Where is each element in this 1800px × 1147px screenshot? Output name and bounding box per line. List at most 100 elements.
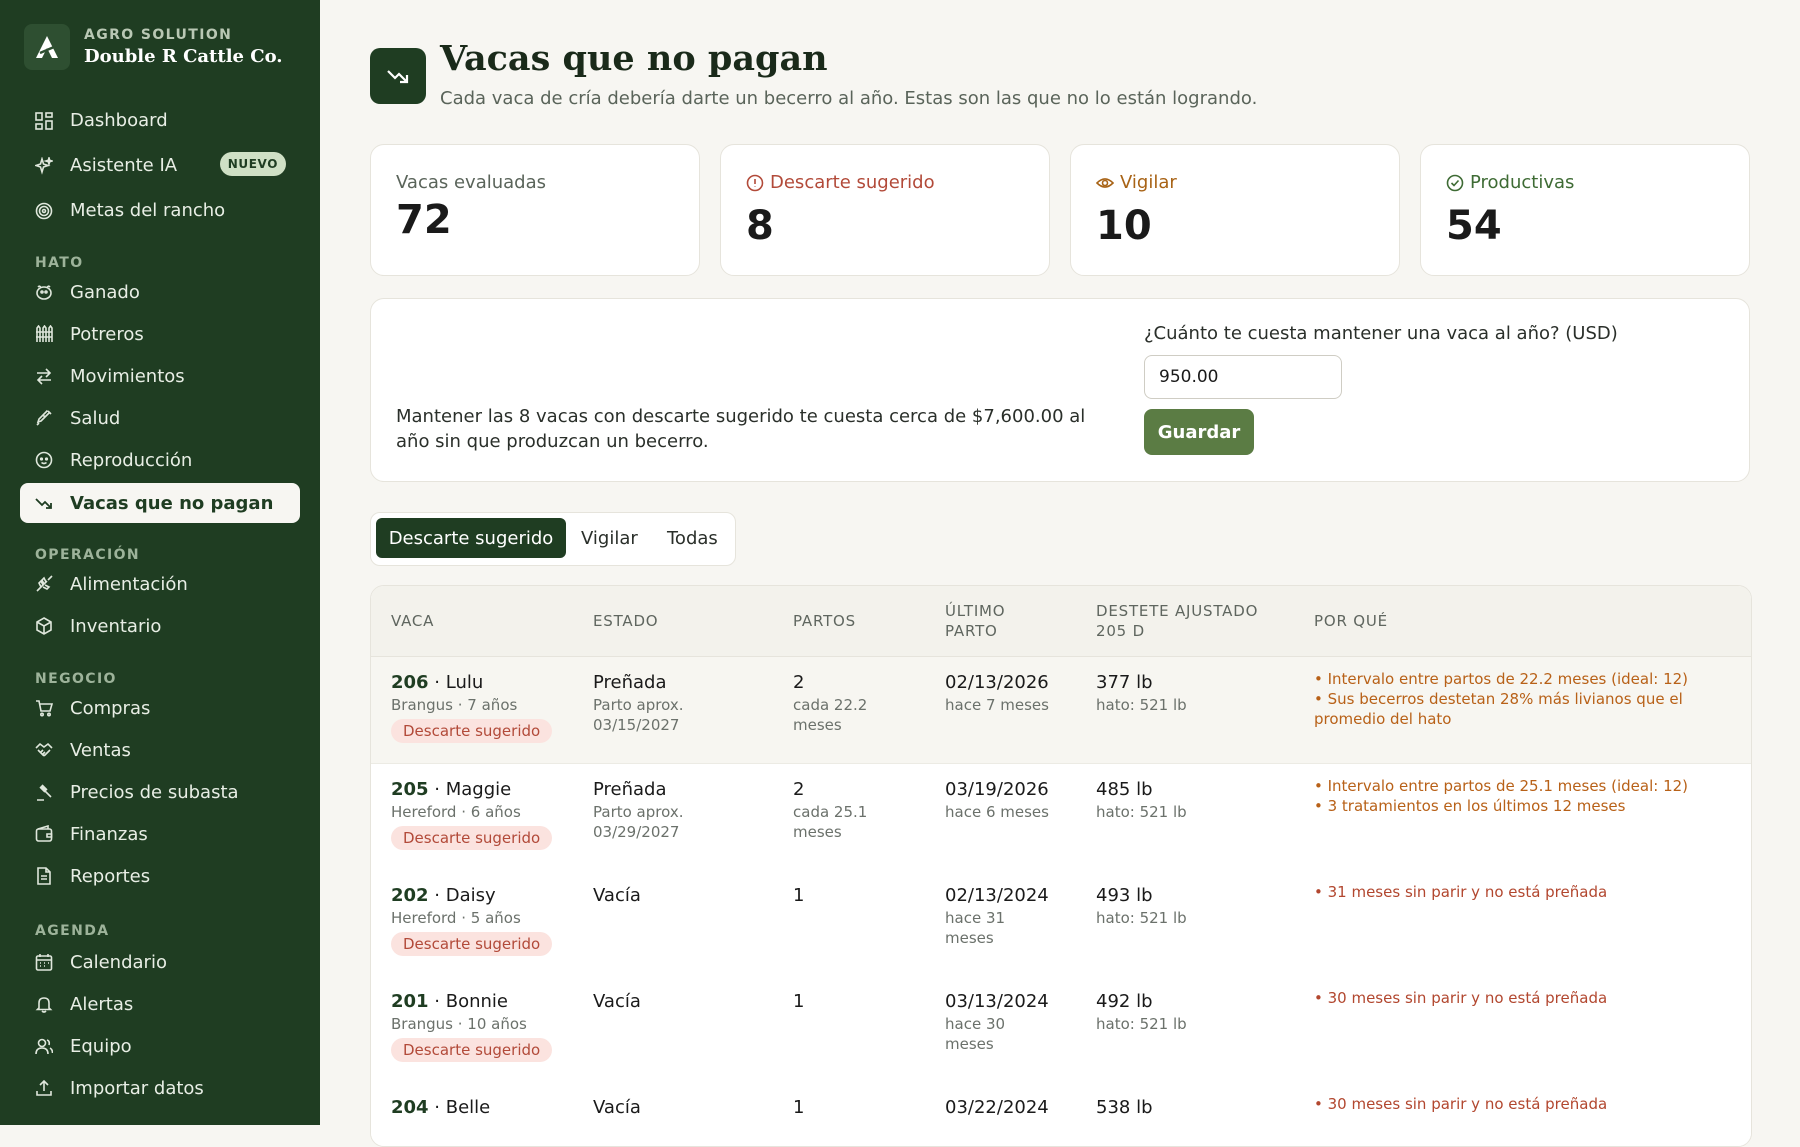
syringe-icon	[34, 408, 54, 428]
nav-section-negocio: NEGOCIO	[35, 671, 117, 687]
sidebar-item-movimientos[interactable]: Movimientos	[20, 355, 300, 397]
sidebar-item-precios[interactable]: Precios de subasta	[20, 771, 300, 813]
ultimo-parto: 02/13/2024	[945, 885, 1049, 906]
partos-detail: meses	[793, 716, 842, 734]
sidebar-item-metas[interactable]: Metas del rancho	[20, 188, 300, 233]
estado: Preñada	[593, 672, 667, 693]
check-circle-icon	[1446, 174, 1464, 191]
alert-circle-icon	[746, 174, 764, 191]
herd-average: hato: 521 lb	[1096, 803, 1187, 821]
annual-cost-input[interactable]	[1144, 355, 1342, 399]
estado-detail: 03/15/2027	[593, 716, 680, 734]
sidebar-item-alertas[interactable]: Alertas	[20, 983, 300, 1025]
table-header: VACA ESTADO PARTOS ÚLTIMO PARTO DESTETE …	[371, 586, 1751, 657]
cow-id[interactable]: 202	[391, 885, 429, 906]
baby-icon	[34, 450, 54, 470]
destete: 493 lb	[1096, 885, 1153, 906]
estado-detail: 03/29/2027	[593, 823, 680, 841]
sidebar-item-asistente[interactable]: Asistente IA NUEVO	[20, 143, 300, 188]
partos: 1	[793, 885, 805, 906]
partos: 1	[793, 991, 805, 1012]
destete: 538 lb	[1096, 1097, 1153, 1118]
stat-value: 54	[1446, 203, 1502, 249]
cow-id[interactable]: 201	[391, 991, 429, 1012]
ultimo-detail: hace 6 meses	[945, 803, 1049, 821]
herd-average: hato: 521 lb	[1096, 696, 1187, 714]
nav-section-hato: HATO	[35, 255, 84, 271]
table-row[interactable]: 204 · Belle Vacía 1 03/22/2024 538 lb • …	[371, 1082, 1751, 1146]
sidebar-item-label: Inventario	[70, 615, 162, 637]
estado: Vacía	[593, 885, 641, 906]
fence-icon	[34, 324, 54, 344]
sidebar-item-reproduccion[interactable]: Reproducción	[20, 439, 300, 481]
wallet-icon	[34, 824, 54, 844]
arrows-swap-icon	[34, 366, 54, 386]
reason: • 30 meses sin parir y no está preñada	[1314, 989, 1608, 1007]
ultimo-parto: 03/22/2024	[945, 1097, 1049, 1118]
sidebar-item-dashboard[interactable]: Dashboard	[20, 98, 300, 143]
cow-icon	[34, 282, 54, 302]
table-row[interactable]: 206 · Lulu Brangus · 7 años Descarte sug…	[371, 657, 1751, 764]
col-vaca: VACA	[391, 612, 435, 630]
cow-id[interactable]: 204	[391, 1097, 429, 1118]
cow-breed-age: Brangus · 7 años	[391, 696, 518, 714]
sidebar-item-salud[interactable]: Salud	[20, 397, 300, 439]
col-estado: ESTADO	[593, 612, 659, 630]
cow-name: · Daisy	[428, 885, 496, 906]
reason: • Intervalo entre partos de 22.2 meses (…	[1314, 670, 1689, 688]
sidebar-item-importar[interactable]: Importar datos	[20, 1067, 300, 1109]
trending-down-icon	[370, 48, 426, 104]
tab-vigilar[interactable]: Vigilar	[581, 518, 638, 558]
sidebar-item-label: Salud	[70, 407, 121, 429]
sidebar-item-label: Ventas	[70, 739, 131, 761]
estado: Vacía	[593, 1097, 641, 1118]
ultimo-detail: hace 30	[945, 1015, 1006, 1033]
sidebar-item-compras[interactable]: Compras	[20, 687, 300, 729]
sidebar-item-potreros[interactable]: Potreros	[20, 313, 300, 355]
cow-id[interactable]: 206	[391, 672, 429, 693]
tab-descarte-sugerido[interactable]: Descarte sugerido	[376, 518, 566, 558]
save-button[interactable]: Guardar	[1144, 409, 1254, 455]
trending-down-icon	[34, 493, 54, 513]
sidebar-item-alimentacion[interactable]: Alimentación	[20, 563, 300, 605]
sidebar-item-label: Finanzas	[70, 823, 148, 845]
sidebar-item-calendario[interactable]: Calendario	[20, 941, 300, 983]
sidebar-item-label: Metas del rancho	[70, 200, 226, 221]
sidebar-item-vacas-que-no-pagan[interactable]: Vacas que no pagan	[20, 483, 300, 523]
stat-label: Vigilar	[1120, 172, 1177, 193]
wheat-icon	[34, 574, 54, 594]
calendar-icon	[34, 952, 54, 972]
tab-todas[interactable]: Todas	[667, 518, 718, 558]
table-row[interactable]: 205 · Maggie Hereford · 6 años Descarte …	[371, 764, 1751, 871]
cow-breed-age: Brangus · 10 años	[391, 1015, 527, 1033]
partos: 2	[793, 779, 805, 800]
cow-id[interactable]: 205	[391, 779, 429, 800]
sidebar-item-equipo[interactable]: Equipo	[20, 1025, 300, 1067]
status-badge: Descarte sugerido	[391, 719, 553, 743]
destete: 485 lb	[1096, 779, 1153, 800]
sidebar-item-ganado[interactable]: Ganado	[20, 271, 300, 313]
ultimo-detail: meses	[945, 929, 994, 947]
brand[interactable]: AGRO SOLUTION Double R Cattle Co.	[24, 24, 283, 70]
ultimo-detail: hace 31	[945, 909, 1006, 927]
sidebar-item-inventario[interactable]: Inventario	[20, 605, 300, 647]
bell-icon	[34, 994, 54, 1014]
sidebar-item-reportes[interactable]: Reportes	[20, 855, 300, 897]
users-icon	[34, 1036, 54, 1056]
stat-value: 8	[746, 203, 774, 249]
estado: Preñada	[593, 779, 667, 800]
cart-icon	[34, 698, 54, 718]
nav-section-operacion: OPERACIÓN	[35, 547, 141, 563]
box-icon	[34, 616, 54, 636]
stat-value: 72	[396, 197, 452, 243]
reason: • Intervalo entre partos de 25.1 meses (…	[1314, 777, 1689, 795]
partos-detail: meses	[793, 823, 842, 841]
sidebar-item-ventas[interactable]: Ventas	[20, 729, 300, 771]
table-row[interactable]: 201 · Bonnie Brangus · 10 años Descarte …	[371, 976, 1751, 1083]
status-badge: Descarte sugerido	[391, 826, 553, 850]
page-subtitle: Cada vaca de cría debería darte un becer…	[440, 88, 1258, 109]
reason: • Sus becerros destetan 28% más livianos…	[1314, 690, 1683, 708]
sidebar-item-finanzas[interactable]: Finanzas	[20, 813, 300, 855]
table-row[interactable]: 202 · Daisy Hereford · 5 años Descarte s…	[371, 870, 1751, 977]
partos-detail: cada 22.2	[793, 696, 868, 714]
